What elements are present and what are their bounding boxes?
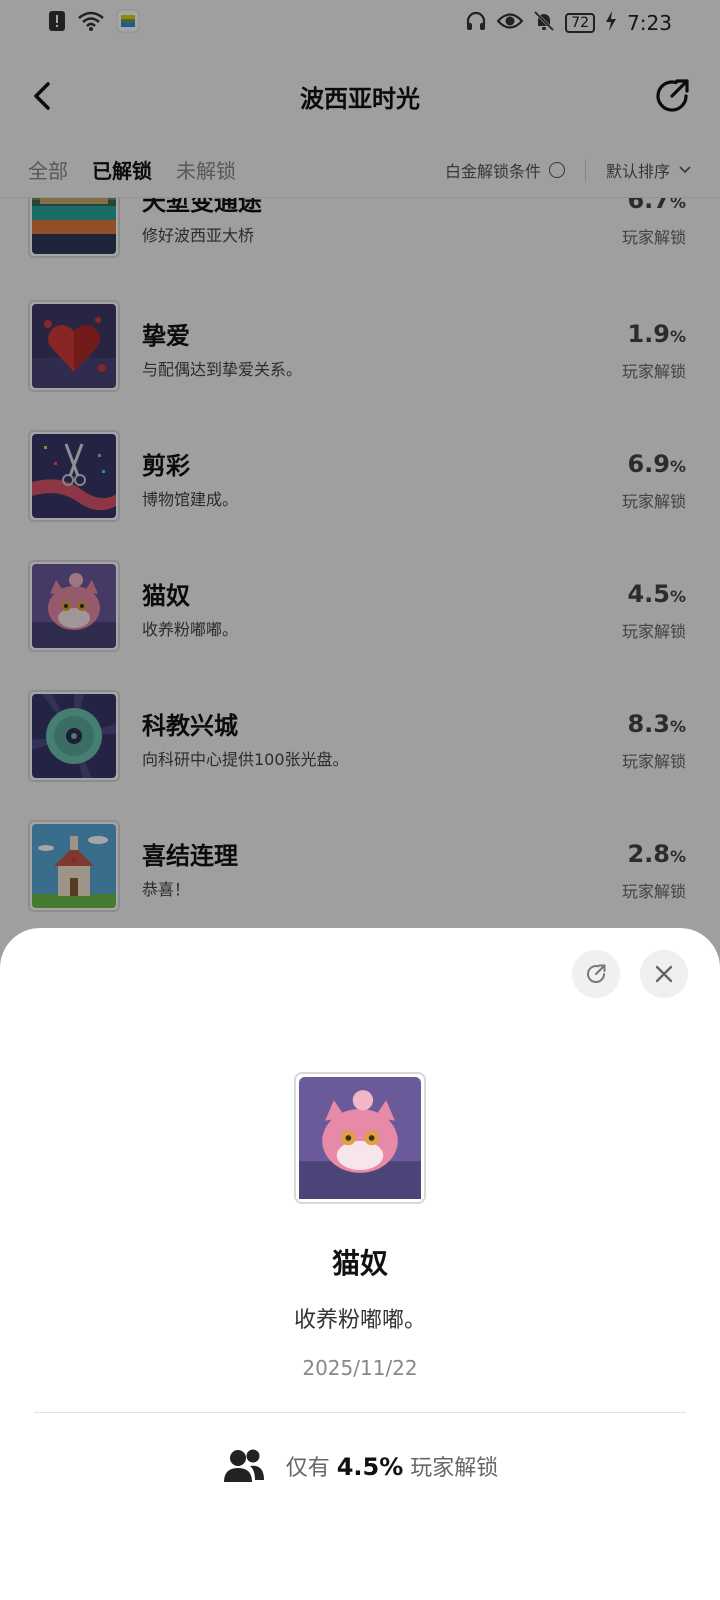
detail-achievement-icon [294, 1072, 426, 1204]
share-arrow-icon [587, 964, 606, 983]
users-icon [223, 1449, 264, 1482]
detail-description: 收养粉嘟嘟。 [293, 1308, 426, 1333]
sheet-close-button[interactable] [640, 950, 688, 998]
sheet-share-button[interactable] [572, 950, 620, 998]
close-icon [655, 965, 673, 983]
unlock-date: 2025/11/22 [302, 1356, 418, 1380]
detail-title: 猫奴 [331, 1247, 388, 1280]
pink-cat-icon [299, 1077, 421, 1199]
stat-value: 4.5% [336, 1453, 404, 1481]
stat-prefix: 仅有 [285, 1456, 330, 1481]
sheet-divider [34, 1412, 686, 1413]
achievement-detail-sheet: 猫奴 收养粉嘟嘟。 2025/11/22 仅有 4.5% 玩家解锁 [0, 928, 720, 1600]
stat-suffix: 玩家解锁 [410, 1456, 499, 1481]
unlock-stat: 仅有 4.5% 玩家解锁 [0, 1448, 720, 1484]
